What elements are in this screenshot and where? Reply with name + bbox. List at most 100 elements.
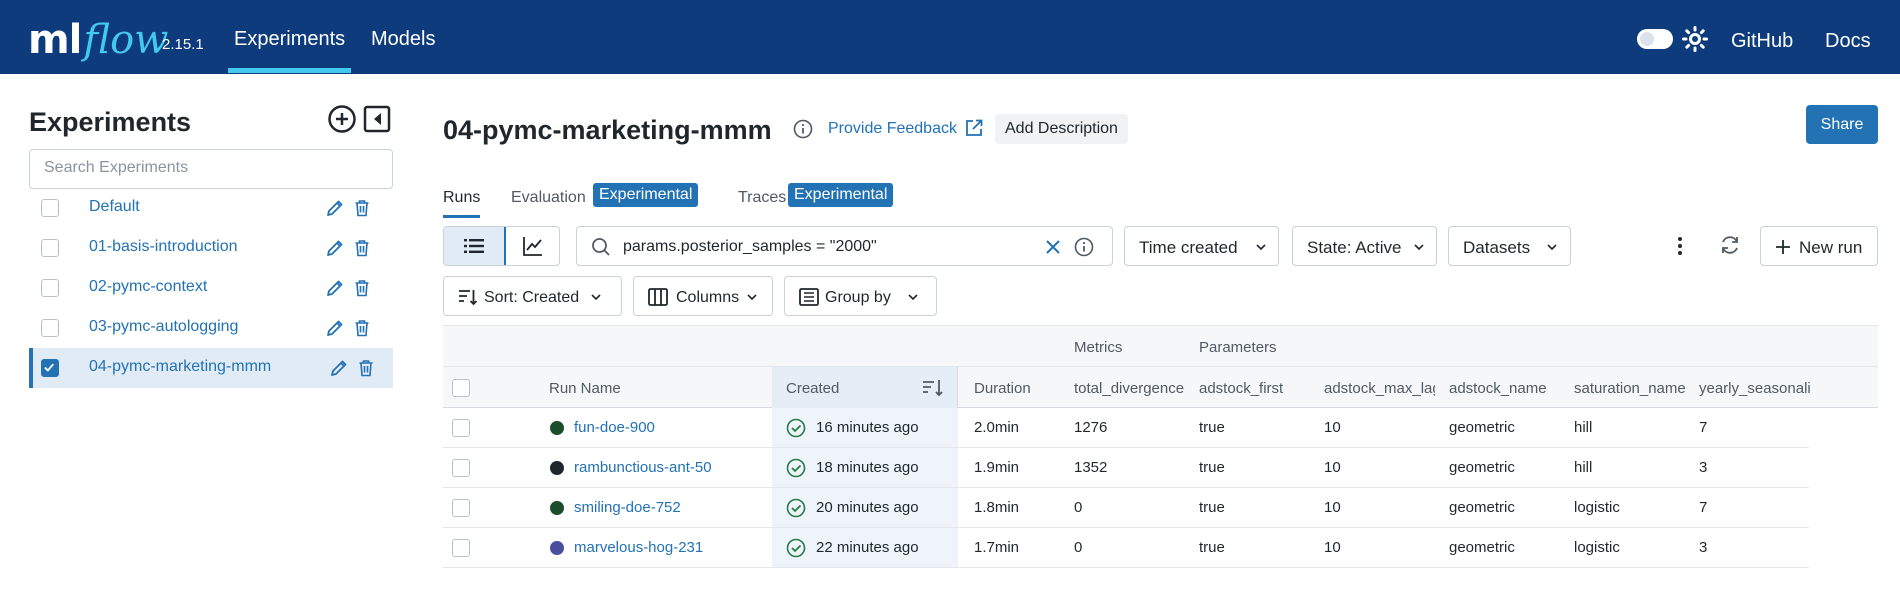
run-name-link[interactable]: fun-doe-900 — [574, 419, 655, 436]
experiment-checkbox[interactable] — [41, 319, 59, 337]
refresh-icon[interactable] — [1719, 234, 1741, 256]
collapse-sidebar-icon[interactable] — [362, 104, 392, 134]
run-color-dot[interactable] — [550, 421, 564, 435]
provide-feedback-link[interactable]: Provide Feedback — [828, 120, 957, 138]
run-color-dot[interactable] — [550, 461, 564, 475]
columns-dropdown[interactable]: Columns — [633, 276, 773, 316]
trash-icon[interactable] — [354, 319, 370, 337]
add-experiment-icon[interactable] — [327, 104, 357, 134]
run-color-dot[interactable] — [550, 541, 564, 555]
run-color-dot[interactable] — [550, 501, 564, 515]
column-header-yearly-seasonality[interactable]: yearly_seasonality — [1699, 380, 1810, 397]
docs-link[interactable]: Docs — [1825, 30, 1871, 53]
experiment-checkbox[interactable] — [41, 199, 59, 217]
trash-icon[interactable] — [354, 279, 370, 297]
experiment-item-03-pymc-autologging[interactable]: 03-pymc-autologging — [29, 308, 393, 348]
github-link[interactable]: GitHub — [1731, 30, 1793, 53]
external-link-icon[interactable] — [964, 118, 984, 138]
column-header-created[interactable]: Created — [786, 380, 906, 397]
pencil-icon[interactable] — [325, 318, 345, 338]
table-view-button[interactable] — [444, 227, 506, 265]
total-divergence-cell: 1352 — [1074, 459, 1108, 476]
experiment-checkbox[interactable] — [41, 279, 59, 297]
info-icon[interactable] — [1074, 237, 1094, 257]
table-row[interactable]: smiling-doe-752 20 minutes ago 1.8min 0 … — [443, 488, 1809, 528]
clear-icon[interactable] — [1044, 238, 1062, 256]
column-header-total-divergence[interactable]: total_divergence — [1074, 380, 1185, 397]
adstock-max-lag-cell: 10 — [1324, 419, 1341, 436]
column-header-run-name[interactable]: Run Name — [549, 380, 729, 397]
success-check-icon — [786, 498, 806, 518]
sidebar-title: Experiments — [29, 107, 192, 137]
tab-traces[interactable]: Traces — [738, 189, 786, 207]
column-header-adstock-max-lag[interactable]: adstock_max_lag — [1324, 380, 1435, 397]
row-checkbox[interactable] — [452, 539, 470, 557]
adstock-max-lag-cell: 10 — [1324, 499, 1341, 516]
yearly-seasonality-cell: 3 — [1699, 539, 1708, 556]
info-icon[interactable] — [793, 119, 813, 139]
experiment-label[interactable]: 04-pymc-marketing-mmm — [89, 358, 271, 376]
experiment-item-04-pymc-marketing-mmm[interactable]: 04-pymc-marketing-mmm — [29, 348, 393, 388]
select-all-checkbox[interactable] — [452, 379, 470, 397]
time-created-dropdown[interactable]: Time created — [1124, 226, 1279, 266]
tab-evaluation[interactable]: Evaluation — [511, 189, 586, 207]
share-button[interactable]: Share — [1806, 105, 1878, 144]
sort-dropdown[interactable]: Sort: Created — [443, 276, 622, 316]
state-dropdown[interactable]: State: Active — [1292, 226, 1437, 266]
group-by-dropdown[interactable]: Group by — [784, 276, 937, 316]
filter-query-text[interactable]: params.posterior_samples = "2000" — [623, 238, 877, 256]
trash-icon[interactable] — [358, 359, 374, 377]
experiment-label[interactable]: 02-pymc-context — [89, 278, 207, 296]
datasets-label: Datasets — [1463, 238, 1531, 257]
new-run-button[interactable]: New run — [1760, 226, 1878, 266]
run-name-link[interactable]: smiling-doe-752 — [574, 499, 681, 516]
pencil-icon[interactable] — [325, 238, 345, 258]
total-divergence-cell: 0 — [1074, 499, 1083, 516]
time-created-label: Time created — [1139, 238, 1238, 257]
group-by-label: Group by — [825, 289, 891, 306]
nav-models[interactable]: Models — [371, 28, 435, 51]
experiment-label[interactable]: 01-basis-introduction — [89, 238, 238, 256]
trash-icon[interactable] — [354, 199, 370, 217]
chevron-down-icon — [1414, 244, 1424, 251]
tab-runs[interactable]: Runs — [443, 189, 481, 218]
table-row[interactable]: fun-doe-900 16 minutes ago 2.0min 1276 t… — [443, 408, 1809, 448]
pencil-icon[interactable] — [329, 358, 349, 378]
experiment-checkbox[interactable] — [41, 239, 59, 257]
duration-cell: 1.7min — [974, 539, 1020, 556]
row-checkbox[interactable] — [452, 499, 470, 517]
column-header-adstock-name[interactable]: adstock_name — [1449, 380, 1560, 397]
created-cell: 18 minutes ago — [816, 459, 919, 476]
sort-descending-icon[interactable] — [922, 378, 944, 398]
trash-icon[interactable] — [354, 239, 370, 257]
chart-view-button[interactable] — [506, 227, 559, 265]
add-description-button[interactable]: Add Description — [995, 114, 1128, 144]
pencil-icon[interactable] — [325, 278, 345, 298]
nav-experiments[interactable]: Experiments — [227, 28, 352, 73]
experiment-item-default[interactable]: Default — [29, 188, 393, 228]
run-name-link[interactable]: rambunctious-ant-50 — [574, 459, 712, 476]
column-header-adstock-first[interactable]: adstock_first — [1199, 380, 1309, 397]
run-name-link[interactable]: marvelous-hog-231 — [574, 539, 703, 556]
row-checkbox[interactable] — [452, 459, 470, 477]
datasets-dropdown[interactable]: Datasets — [1448, 226, 1571, 266]
total-divergence-cell: 1276 — [1074, 419, 1108, 436]
experiment-label[interactable]: Default — [89, 198, 140, 216]
dark-mode-toggle[interactable] — [1637, 29, 1673, 49]
experiment-search-field[interactable] — [29, 149, 393, 189]
experiment-item-01-basis-introduction[interactable]: 01-basis-introduction — [29, 228, 393, 268]
experiment-search-input[interactable] — [44, 159, 364, 177]
pencil-icon[interactable] — [325, 198, 345, 218]
run-filter-input[interactable]: params.posterior_samples = "2000" — [576, 226, 1113, 266]
column-header-duration[interactable]: Duration — [974, 380, 1074, 397]
parameters-group-label: Parameters — [1199, 339, 1277, 356]
more-options-icon[interactable] — [1670, 234, 1690, 258]
experiment-item-02-pymc-context[interactable]: 02-pymc-context — [29, 268, 393, 308]
mlflow-logo[interactable]: ml flow — [28, 14, 168, 62]
column-header-saturation-name[interactable]: saturation_name — [1574, 380, 1685, 397]
experiment-label[interactable]: 03-pymc-autologging — [89, 318, 238, 336]
table-row[interactable]: rambunctious-ant-50 18 minutes ago 1.9mi… — [443, 448, 1809, 488]
row-checkbox[interactable] — [452, 419, 470, 437]
experiment-checkbox-checked[interactable] — [41, 359, 59, 377]
table-row[interactable]: marvelous-hog-231 22 minutes ago 1.7min … — [443, 528, 1809, 568]
